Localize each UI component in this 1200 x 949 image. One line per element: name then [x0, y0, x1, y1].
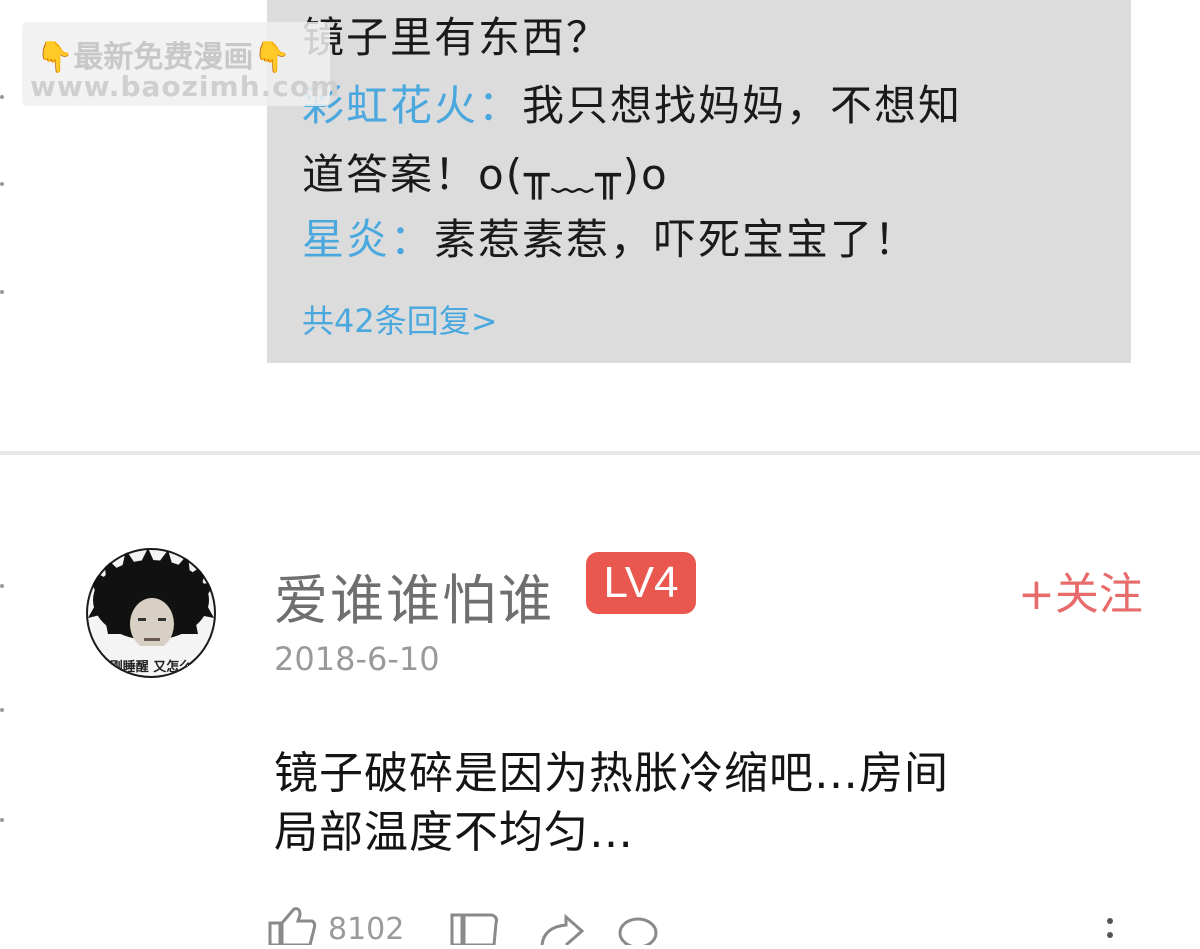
like-button[interactable]: [266, 905, 318, 947]
reply-box[interactable]: 镜子里有东西？ 彩虹花火：我只想找妈妈，不想知 道答案！o(╥﹏╥)o 星炎：素…: [267, 0, 1131, 363]
thumbs-down-icon: [450, 913, 498, 947]
watermark: 👇最新免费漫画👇 www.baozimh.com: [22, 22, 339, 106]
more-icon: [1107, 918, 1113, 938]
reply-text: 素惹素惹，吓死宝宝了！: [434, 215, 919, 264]
level-badge: LV4: [586, 552, 696, 614]
username[interactable]: 爱谁谁怕谁: [274, 556, 554, 635]
thumbs-up-icon: [268, 907, 317, 947]
like-count: 8102: [328, 912, 405, 947]
comment-text: 局部温度不均匀…: [274, 807, 634, 858]
watermark-url: www.baozimh.com: [30, 70, 341, 103]
share-button[interactable]: [536, 905, 588, 947]
more-replies-link[interactable]: 共42条回复>: [302, 296, 498, 342]
comment-date: 2018-6-10: [274, 640, 440, 678]
edge-mark: [0, 182, 4, 186]
edge-mark: [0, 818, 4, 822]
follow-button[interactable]: +关注: [1018, 558, 1143, 622]
reply-item[interactable]: 星炎：素惹素惹，吓死宝宝了！: [302, 219, 918, 261]
dislike-button[interactable]: [448, 905, 500, 947]
reply-author-name[interactable]: 星炎：: [302, 215, 434, 264]
reply-text-continuation: 道答案！o(╥﹏╥)o: [302, 150, 669, 199]
reply-button[interactable]: [616, 905, 660, 949]
edge-mark: [0, 290, 4, 294]
edge-mark: [0, 584, 4, 588]
reply-icon: [618, 917, 658, 949]
reply-first-line: 镜子里有东西？: [302, 13, 611, 62]
edge-mark: [0, 95, 4, 99]
avatar-caption: 刚睡醒 又怎么: [109, 660, 193, 675]
edge-mark: [0, 708, 4, 712]
more-button[interactable]: [1102, 905, 1118, 945]
share-icon: [540, 913, 585, 947]
comment-text: 镜子破碎是因为热胀冷缩吧…房间: [274, 748, 949, 799]
divider: [0, 451, 1200, 455]
reply-item[interactable]: 彩虹花火：我只想找妈妈，不想知: [302, 85, 962, 127]
avatar[interactable]: 刚睡醒 又怎么: [86, 548, 216, 678]
reply-text: 我只想找妈妈，不想知: [522, 81, 963, 130]
